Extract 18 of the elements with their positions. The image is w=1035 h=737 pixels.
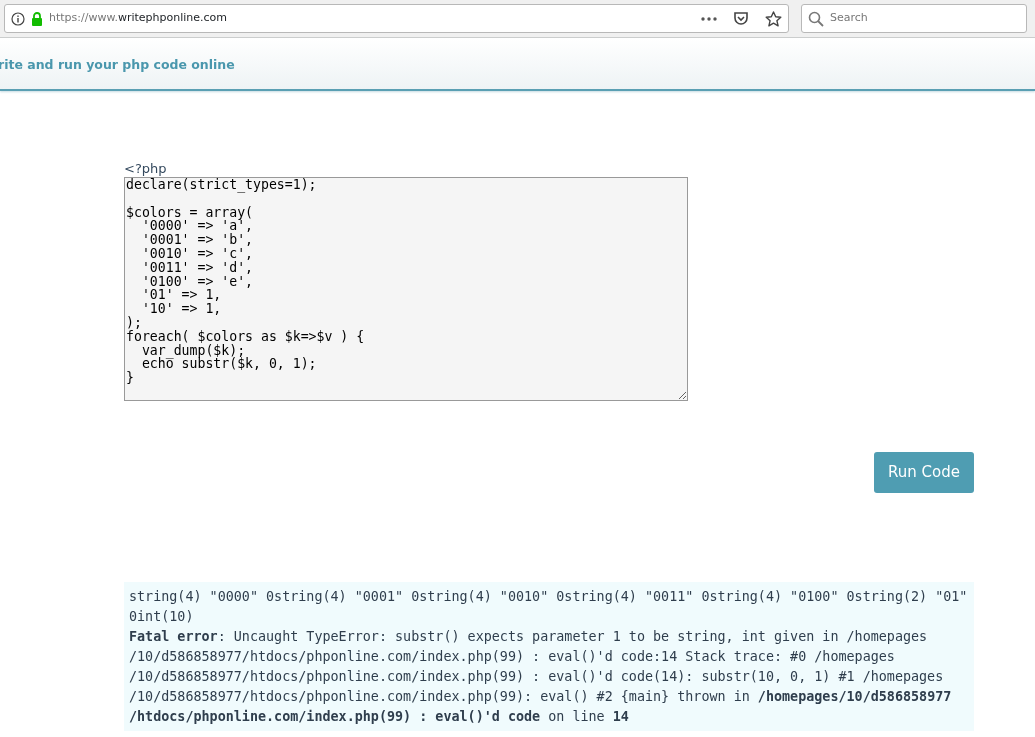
output-line: /10/d586858977/htdocs/phponline.com/index.php(99) : eval()'d code:14 Stack trace: #0 /homepages bbox=[129, 648, 895, 666]
url-text[interactable]: https://www.writephponline.com bbox=[49, 10, 228, 27]
output-line: /10/d586858977/htdocs/phponline.com/index.php(99) : eval()'d code(14): substr(10, 0, 1) #1 /homepages bbox=[129, 668, 944, 686]
lock-icon bbox=[31, 11, 43, 26]
output-line: Fatal error: Uncaught TypeError: substr() expects parameter 1 to be string, int given in /homepages bbox=[129, 628, 928, 646]
output-line: string(4) "0000" 0string(4) "0001" 0string(4) "0010" 0string(4) "0011" 0string(4) "0100" 0string(2) "01" bbox=[129, 588, 968, 606]
code-input-field[interactable]: declare(strict_types=1); $colors = array( '0000' => 'a', '0001' => 'b', '0010' => 'c', '0011' => 'd', '0100' => 'e', '01' => 1, '10' => 1, ); foreach( $colors as $k=>$v ) { var_dump($k); echo substr($k, 0, 1); } bbox=[124, 177, 688, 401]
output-line: /htdocs/phponline.com/index.php(99) : eval()'d code on line 14 bbox=[129, 708, 629, 726]
pocket-icon[interactable] bbox=[733, 11, 749, 26]
search-icon bbox=[808, 10, 824, 27]
search-field[interactable]: Search bbox=[801, 4, 1027, 33]
info-icon[interactable] bbox=[11, 11, 25, 26]
search-placeholder: Search bbox=[830, 10, 868, 27]
output-line: 0int(10) bbox=[129, 608, 194, 626]
more-icon[interactable] bbox=[701, 16, 717, 21]
star-icon[interactable] bbox=[765, 10, 782, 27]
php-open-tag: <?php bbox=[124, 161, 974, 176]
output-line: /10/d586858977/htdocs/phponline.com/index.php(99): eval() #2 {main} thrown in /homepages/10/d586858977 bbox=[129, 688, 952, 706]
